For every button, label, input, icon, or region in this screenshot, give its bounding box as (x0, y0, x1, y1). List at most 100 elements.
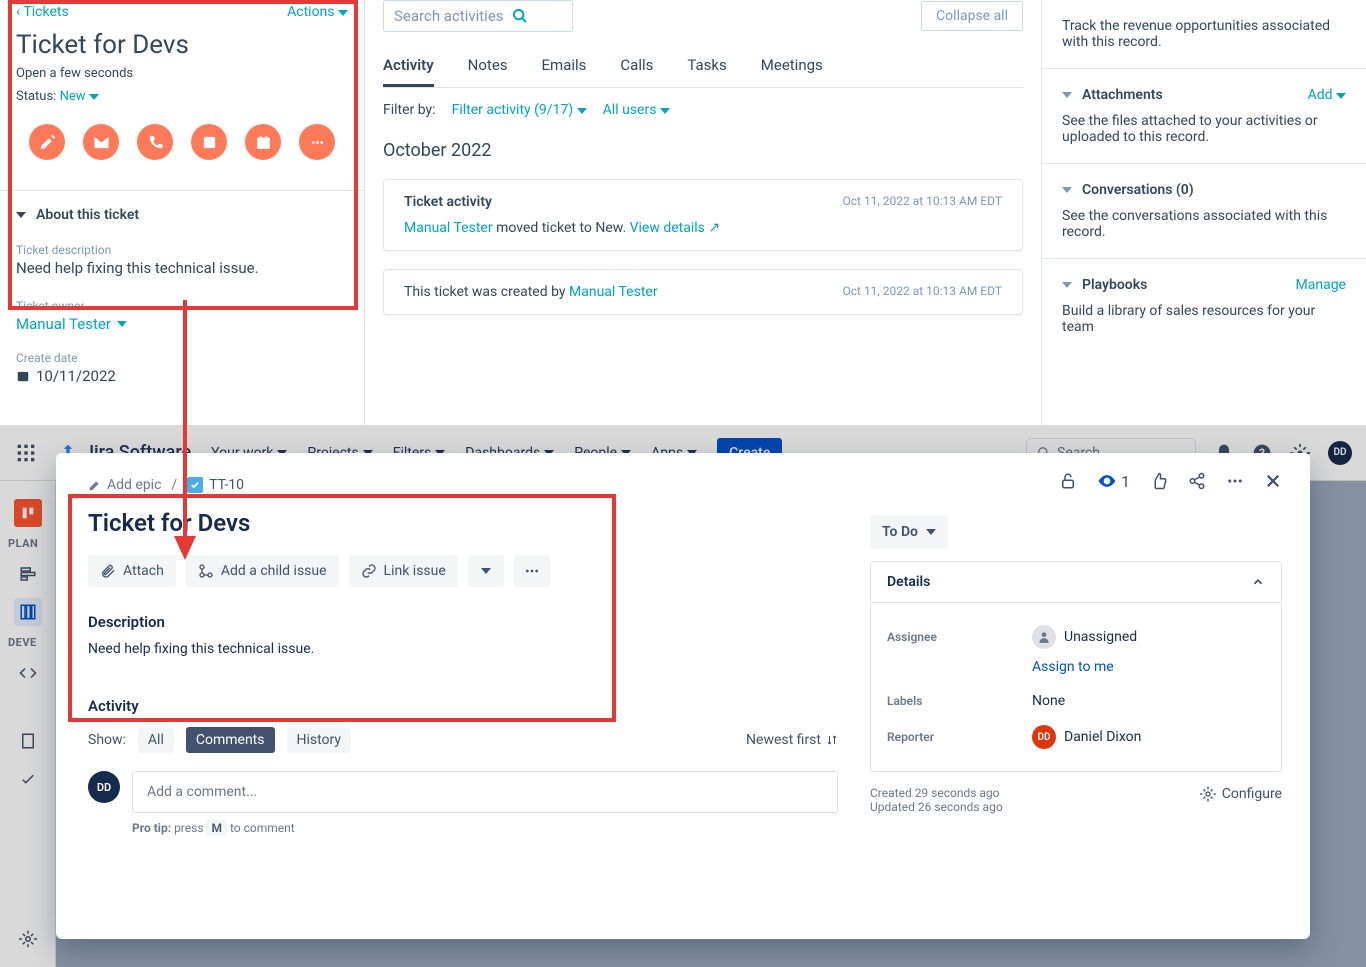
reporter-label: Reporter (887, 730, 1032, 744)
all-users-dropdown[interactable]: All users (603, 102, 670, 118)
chevron-down-icon (1336, 93, 1346, 99)
chevron-down-icon (1062, 187, 1072, 193)
tab-activity[interactable]: Activity (383, 46, 434, 87)
reporter-avatar: DD (1032, 725, 1056, 749)
call-icon-button[interactable] (137, 124, 173, 160)
vote-icon[interactable] (1150, 472, 1168, 490)
back-to-tickets-link[interactable]: ‹ Tickets (16, 4, 69, 20)
labels-value[interactable]: None (1032, 693, 1065, 709)
close-modal-button[interactable] (1264, 472, 1282, 490)
tab-calls[interactable]: Calls (620, 46, 653, 87)
chevron-down-icon (338, 10, 348, 16)
project-icon[interactable] (14, 499, 42, 527)
tab-notes[interactable]: Notes (468, 46, 508, 87)
link-issue-button[interactable]: Link issue (349, 555, 458, 587)
link-issue-dropdown[interactable] (468, 555, 504, 587)
actions-dropdown[interactable]: Actions (287, 4, 348, 20)
ticket-description-value: Need help fixing this technical issue. (16, 259, 348, 277)
activity-filter-history[interactable]: History (287, 727, 352, 753)
shortcut-icon[interactable] (14, 765, 42, 793)
pencil-icon (88, 478, 102, 492)
sidebar-section-dev: DEVE (0, 636, 37, 649)
tab-tasks[interactable]: Tasks (687, 46, 726, 87)
share-icon[interactable] (1188, 472, 1206, 490)
create-date-label: Create date (16, 351, 348, 365)
task-type-icon (187, 477, 203, 493)
details-toggle[interactable]: Details (871, 562, 1281, 603)
code-icon[interactable] (14, 659, 42, 687)
board-icon[interactable] (14, 598, 42, 626)
watch-icon[interactable]: 1 (1097, 471, 1130, 491)
timeline-month-heading: October 2022 (383, 140, 1023, 161)
roadmap-icon[interactable] (14, 560, 42, 588)
chevron-down-icon (1062, 92, 1072, 98)
lock-icon[interactable] (1059, 472, 1077, 490)
activity-card-date: Oct 11, 2022 at 10:13 AM EDT (843, 194, 1003, 208)
chevron-down-icon (16, 212, 26, 218)
project-settings-icon[interactable] (14, 925, 42, 953)
ticket-owner-label: Ticket owner (16, 299, 348, 313)
collapse-all-button[interactable]: Collapse all (921, 1, 1023, 31)
ticket-status[interactable]: Status: New (16, 89, 348, 104)
chevron-down-icon (926, 529, 936, 535)
issue-id-link[interactable]: TT-10 (187, 477, 244, 493)
filter-activity-dropdown[interactable]: Filter activity (9/17) (452, 102, 587, 118)
ticket-owner-value[interactable]: Manual Tester (16, 315, 348, 333)
attachments-add-link[interactable]: Add (1308, 87, 1346, 103)
actor-link[interactable]: Manual Tester (569, 284, 658, 300)
hubspot-right-column: Track the revenue opportunities associat… (1041, 0, 1366, 425)
configure-button[interactable]: Configure (1200, 786, 1282, 802)
more-actions-icon[interactable] (1226, 472, 1244, 490)
user-avatar[interactable]: DD (1328, 441, 1352, 465)
ticket-subtitle: Open a few seconds (16, 66, 348, 81)
playbooks-manage-link[interactable]: Manage (1296, 277, 1346, 293)
attachments-text: See the files attached to your activitie… (1062, 113, 1346, 145)
playbooks-text: Build a library of sales resources for y… (1062, 303, 1346, 335)
add-comment-input[interactable]: Add a comment... (132, 771, 838, 813)
add-child-issue-button[interactable]: Add a child issue (186, 555, 339, 587)
playbooks-toggle[interactable]: Playbooks (1062, 277, 1147, 293)
add-epic-button[interactable]: Add epic (88, 477, 161, 493)
task-icon-button[interactable] (191, 124, 227, 160)
activity-label: Activity (88, 697, 838, 715)
email-icon-button[interactable] (83, 124, 119, 160)
description-value[interactable]: Need help fixing this technical issue. (88, 641, 838, 657)
more-actions-button[interactable] (514, 555, 550, 587)
activity-card-date: Oct 11, 2022 at 10:13 AM EDT (843, 284, 1003, 298)
tab-emails[interactable]: Emails (542, 46, 587, 87)
pages-icon[interactable] (14, 727, 42, 755)
chevron-down-icon (577, 108, 587, 114)
updated-timestamp: Updated 26 seconds ago (870, 800, 1003, 814)
activity-filter-comments[interactable]: Comments (186, 727, 275, 753)
labels-label: Labels (887, 694, 1032, 708)
activity-card: Ticket activity Oct 11, 2022 at 10:13 AM… (383, 179, 1023, 251)
reporter-value[interactable]: Daniel Dixon (1064, 729, 1141, 745)
conversations-toggle[interactable]: Conversations (0) (1062, 182, 1194, 198)
search-icon (512, 8, 528, 24)
assignee-value[interactable]: Unassigned (1064, 629, 1137, 645)
description-label: Description (88, 613, 838, 631)
sidebar-section-planning: PLAN (0, 537, 38, 550)
activity-card: This ticket was created by Manual Tester… (383, 269, 1023, 315)
link-icon (361, 563, 377, 579)
view-details-link[interactable]: View details ↗ (630, 220, 721, 236)
status-dropdown[interactable]: To Do (870, 515, 948, 549)
activity-filter-all[interactable]: All (138, 727, 174, 753)
conversations-text: See the conversations associated with th… (1062, 208, 1346, 240)
actor-link[interactable]: Manual Tester (404, 220, 493, 236)
app-switcher-icon[interactable] (14, 441, 38, 465)
calendar-icon (16, 369, 30, 383)
meeting-icon-button[interactable] (245, 124, 281, 160)
sort-newest-first[interactable]: Newest first (746, 732, 838, 748)
more-icon-button[interactable] (299, 124, 335, 160)
search-activities-input[interactable]: Search activities (383, 0, 573, 32)
attachments-toggle[interactable]: Attachments (1062, 87, 1163, 103)
note-icon-button[interactable] (29, 124, 65, 160)
assign-to-me-link[interactable]: Assign to me (887, 657, 1265, 685)
show-label: Show: (88, 732, 126, 748)
tab-meetings[interactable]: Meetings (761, 46, 823, 87)
attach-button[interactable]: Attach (88, 555, 176, 587)
gear-icon (1200, 786, 1216, 802)
about-ticket-toggle[interactable]: About this ticket (0, 191, 364, 239)
issue-title[interactable]: Ticket for Devs (88, 509, 838, 537)
